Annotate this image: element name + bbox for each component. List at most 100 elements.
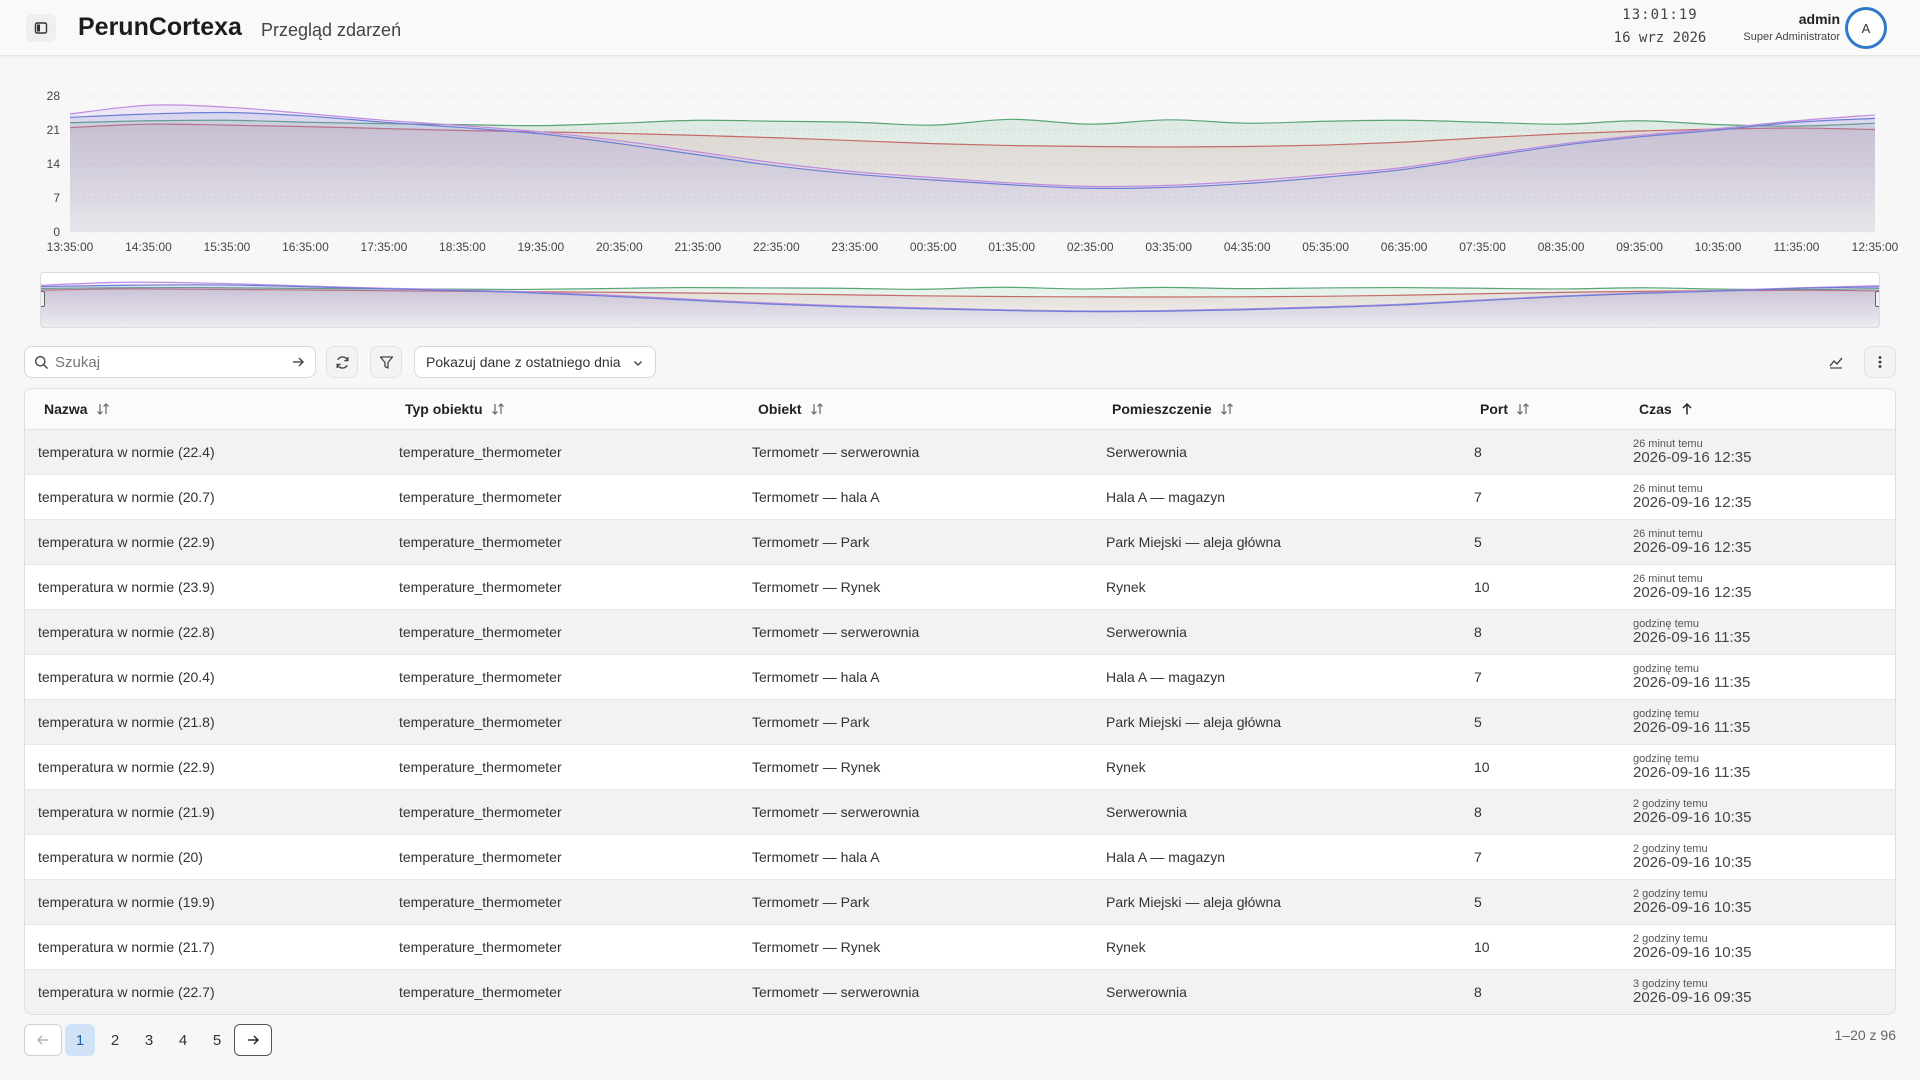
search-icon [35,356,48,369]
absolute-time: 2026-09-16 10:35 [1633,944,1752,961]
cell-port: 7 [1474,849,1482,865]
navigator-left-handle[interactable] [41,291,45,307]
absolute-time: 2026-09-16 09:35 [1633,989,1752,1006]
user-role: Super Administrator [1743,31,1840,43]
refresh-button[interactable] [326,346,358,378]
sidebar-toggle-icon [34,22,48,34]
y-tick-label: 14 [47,157,61,171]
page-button-2[interactable]: 2 [100,1024,130,1056]
column-header-room[interactable]: Pomieszczenie [1106,401,1474,417]
avatar[interactable]: A [1845,7,1887,49]
cell-object: Termometr — Park [752,534,870,550]
sort-icon [491,403,504,415]
previous-page-button[interactable] [24,1024,62,1056]
table-row[interactable]: temperatura w normie (23.9) temperature_t… [25,565,1895,610]
cell-port: 10 [1474,759,1490,775]
absolute-time: 2026-09-16 11:35 [1633,719,1751,736]
time-range-select[interactable]: Pokazuj dane z ostatniego dnia [414,346,656,378]
x-tick-label: 15:35:00 [204,240,251,254]
sidebar-toggle-button[interactable] [26,14,56,42]
table-row[interactable]: temperatura w normie (21.9) temperature_t… [25,790,1895,835]
page-button-3[interactable]: 3 [134,1024,164,1056]
cell-time: 2 godziny temu 2026-09-16 10:35 [1633,888,1883,916]
table-row[interactable]: temperatura w normie (21.8) temperature_t… [25,700,1895,745]
page-title: Przegląd zdarzeń [261,20,402,40]
page-button-5[interactable]: 5 [202,1024,232,1056]
cell-port: 7 [1474,489,1482,505]
next-page-button[interactable] [234,1024,272,1056]
cell-time: 26 minut temu 2026-09-16 12:35 [1633,573,1883,601]
cell-port: 8 [1474,804,1482,820]
table-row[interactable]: temperatura w normie (20.4) temperature_t… [25,655,1895,700]
top-bar: PerunCortexa Przegląd zdarzeń 13:01:19 1… [0,0,1920,56]
x-tick-label: 09:35:00 [1616,240,1663,254]
column-header-type[interactable]: Typ obiektu [399,401,752,417]
table-row[interactable]: temperatura w normie (22.8) temperature_t… [25,610,1895,655]
cell-port: 8 [1474,444,1482,460]
x-tick-label: 00:35:00 [910,240,957,254]
x-tick-label: 12:35:00 [1852,240,1899,254]
cell-room: Hala A — magazyn [1106,489,1226,505]
filter-button[interactable] [370,346,402,378]
cell-room: Rynek [1106,939,1146,955]
arrow-right-icon [248,1035,259,1045]
cell-port: 7 [1474,669,1482,685]
cell-port: 5 [1474,714,1482,730]
column-header-object[interactable]: Obiekt [752,401,1106,417]
temperature-chart: 0 7 14 21 28 13:35:00 14:35:00 15:35:00 16:35:00… [0,80,1920,270]
x-tick-label: 06:35:00 [1381,240,1428,254]
column-label: Czas [1639,401,1672,417]
absolute-time: 2026-09-16 12:35 [1633,584,1752,601]
column-label: Nazwa [44,401,88,417]
absolute-time: 2026-09-16 11:35 [1633,674,1751,691]
x-tick-label: 08:35:00 [1538,240,1585,254]
arrow-right-icon[interactable] [291,355,305,369]
cell-room: Serwerownia [1106,444,1187,460]
table-row[interactable]: temperatura w normie (21.7) temperature_t… [25,925,1895,970]
cell-room: Serwerownia [1106,984,1187,1000]
cell-type: temperature_thermometer [399,984,562,1000]
column-header-time[interactable]: Czas [1633,401,1883,417]
absolute-time: 2026-09-16 10:35 [1633,809,1752,826]
column-label: Pomieszczenie [1112,401,1212,417]
x-tick-label: 01:35:00 [988,240,1035,254]
cell-object: Termometr — Rynek [752,579,881,595]
table-row[interactable]: temperatura w normie (20.7) temperature_t… [25,475,1895,520]
cell-time: 2 godziny temu 2026-09-16 10:35 [1633,933,1883,961]
cell-type: temperature_thermometer [399,714,562,730]
chart-toggle-button[interactable] [1820,346,1852,378]
more-options-button[interactable] [1864,346,1896,378]
y-tick-label: 7 [53,191,60,205]
cell-time: 26 minut temu 2026-09-16 12:35 [1633,438,1883,466]
table-row[interactable]: temperatura w normie (19.9) temperature_t… [25,880,1895,925]
page-button-4[interactable]: 4 [168,1024,198,1056]
search-input[interactable] [55,353,275,371]
cell-object: Termometr — serwerownia [752,444,920,460]
clock: 13:01:19 16 wrz 2026 [1600,7,1720,46]
page-button-1[interactable]: 1 [65,1024,95,1056]
cell-name: temperatura w normie (20.7) [38,489,215,505]
cell-type: temperature_thermometer [399,849,562,865]
column-header-port[interactable]: Port [1474,401,1633,417]
table-row[interactable]: temperatura w normie (20) temperature_the… [25,835,1895,880]
cell-type: temperature_thermometer [399,669,562,685]
chart-range-navigator[interactable] [40,272,1880,328]
table-row[interactable]: temperatura w normie (22.4) temperature_t… [25,430,1895,475]
cell-name: temperatura w normie (22.8) [38,624,215,640]
navigator-right-handle[interactable] [1875,291,1879,307]
refresh-icon [336,355,349,369]
app-title: PerunCortexa [78,13,242,41]
cell-object: Termometr — Rynek [752,759,881,775]
cell-name: temperatura w normie (22.7) [38,984,215,1000]
cell-port: 10 [1474,579,1490,595]
cell-room: Park Miejski — aleja główna [1106,894,1282,910]
table-row[interactable]: temperatura w normie (22.9) temperature_t… [25,520,1895,565]
cell-name: temperatura w normie (22.9) [38,534,215,550]
column-header-name[interactable]: Nazwa [25,401,399,417]
cell-type: temperature_thermometer [399,444,562,460]
sort-icon [96,403,109,415]
table-row[interactable]: temperatura w normie (22.9) temperature_t… [25,745,1895,790]
table-body: temperatura w normie (22.4) temperature_t… [25,430,1895,1014]
cell-name: temperatura w normie (19.9) [38,894,215,910]
table-row[interactable]: temperatura w normie (22.7) temperature_t… [25,970,1895,1014]
